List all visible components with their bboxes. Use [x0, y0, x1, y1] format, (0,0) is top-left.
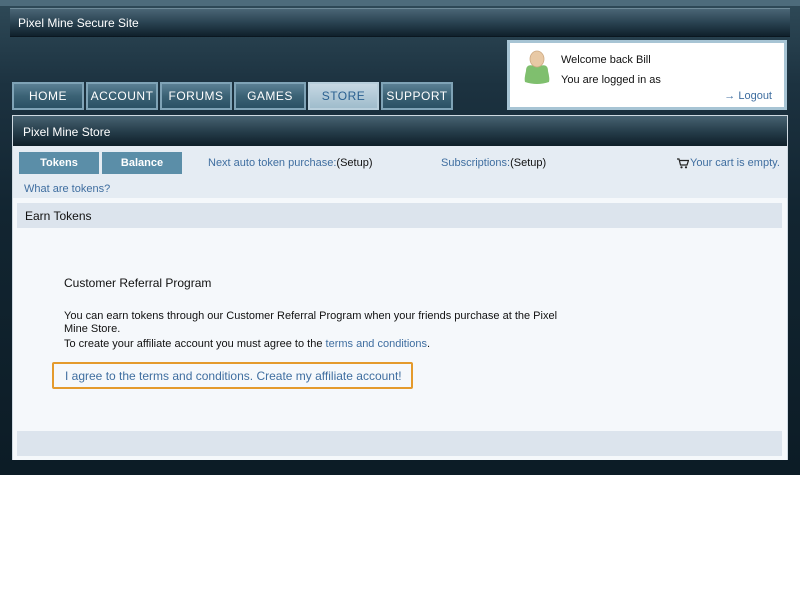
subscriptions-setup[interactable]: (Setup) [510, 157, 546, 169]
welcome-prefix: Welcome back [561, 54, 633, 66]
cart-text[interactable]: Your cart is empty. [690, 157, 780, 169]
logout-link[interactable]: → Logout [724, 90, 772, 102]
agreement-suffix: . [427, 338, 431, 350]
logged-in-text: You are logged in as [561, 74, 661, 86]
main-content: Earn Tokens Customer Referral Program Yo… [13, 198, 787, 460]
nav-account[interactable]: ACCOUNT [86, 82, 158, 110]
subscriptions: Subscriptions:(Setup) [441, 157, 546, 169]
main-nav: HOME ACCOUNT FORUMS GAMES STORE SUPPORT [12, 82, 455, 110]
program-title: Customer Referral Program [64, 276, 212, 290]
site-header: Pixel Mine Secure Site [10, 8, 790, 37]
store-title: Pixel Mine Store [23, 125, 111, 139]
site-title: Pixel Mine Secure Site [18, 16, 139, 30]
earn-tokens-header: Earn Tokens [17, 203, 782, 228]
nav-games[interactable]: GAMES [234, 82, 306, 110]
nav-home[interactable]: HOME [12, 82, 84, 110]
program-description: You can earn tokens through our Customer… [64, 310, 558, 335]
agreement-text: To create your affiliate account you mus… [64, 338, 430, 350]
user-avatar-icon [524, 50, 550, 84]
tokens-button[interactable]: Tokens [19, 152, 99, 174]
user-name: Bill [636, 54, 651, 66]
logout-arrow-icon: → [724, 90, 736, 102]
top-accent-bar [0, 0, 800, 6]
auto-token-link[interactable]: Next auto token purchase: [208, 157, 336, 169]
nav-forums[interactable]: FORUMS [160, 82, 232, 110]
terms-link[interactable]: terms and conditions [326, 338, 428, 350]
store-header: Pixel Mine Store [13, 116, 787, 146]
create-affiliate-button[interactable]: I agree to the terms and conditions. Cre… [52, 362, 413, 389]
store-panel: Pixel Mine Store Tokens Balance Next aut… [12, 115, 788, 460]
nav-support[interactable]: SUPPORT [381, 82, 453, 110]
nav-store[interactable]: STORE [308, 82, 379, 110]
logout-label: Logout [738, 90, 772, 102]
auto-token-setup[interactable]: (Setup) [336, 157, 372, 169]
footer-bar [17, 431, 782, 456]
cart-icon [677, 157, 689, 168]
welcome-line: Welcome back Bill [561, 54, 651, 66]
subscriptions-link[interactable]: Subscriptions: [441, 157, 510, 169]
cart-status[interactable]: Your cart is empty. [677, 157, 780, 169]
balance-button[interactable]: Balance [102, 152, 182, 174]
section-title: Earn Tokens [25, 209, 92, 223]
store-toolbar: Tokens Balance Next auto token purchase:… [13, 146, 787, 198]
user-panel: Welcome back Bill You are logged in as →… [507, 40, 787, 110]
auto-token-purchase: Next auto token purchase:(Setup) [208, 157, 373, 169]
agreement-prefix: To create your affiliate account you mus… [64, 338, 323, 350]
what-are-tokens-link[interactable]: What are tokens? [24, 183, 110, 195]
